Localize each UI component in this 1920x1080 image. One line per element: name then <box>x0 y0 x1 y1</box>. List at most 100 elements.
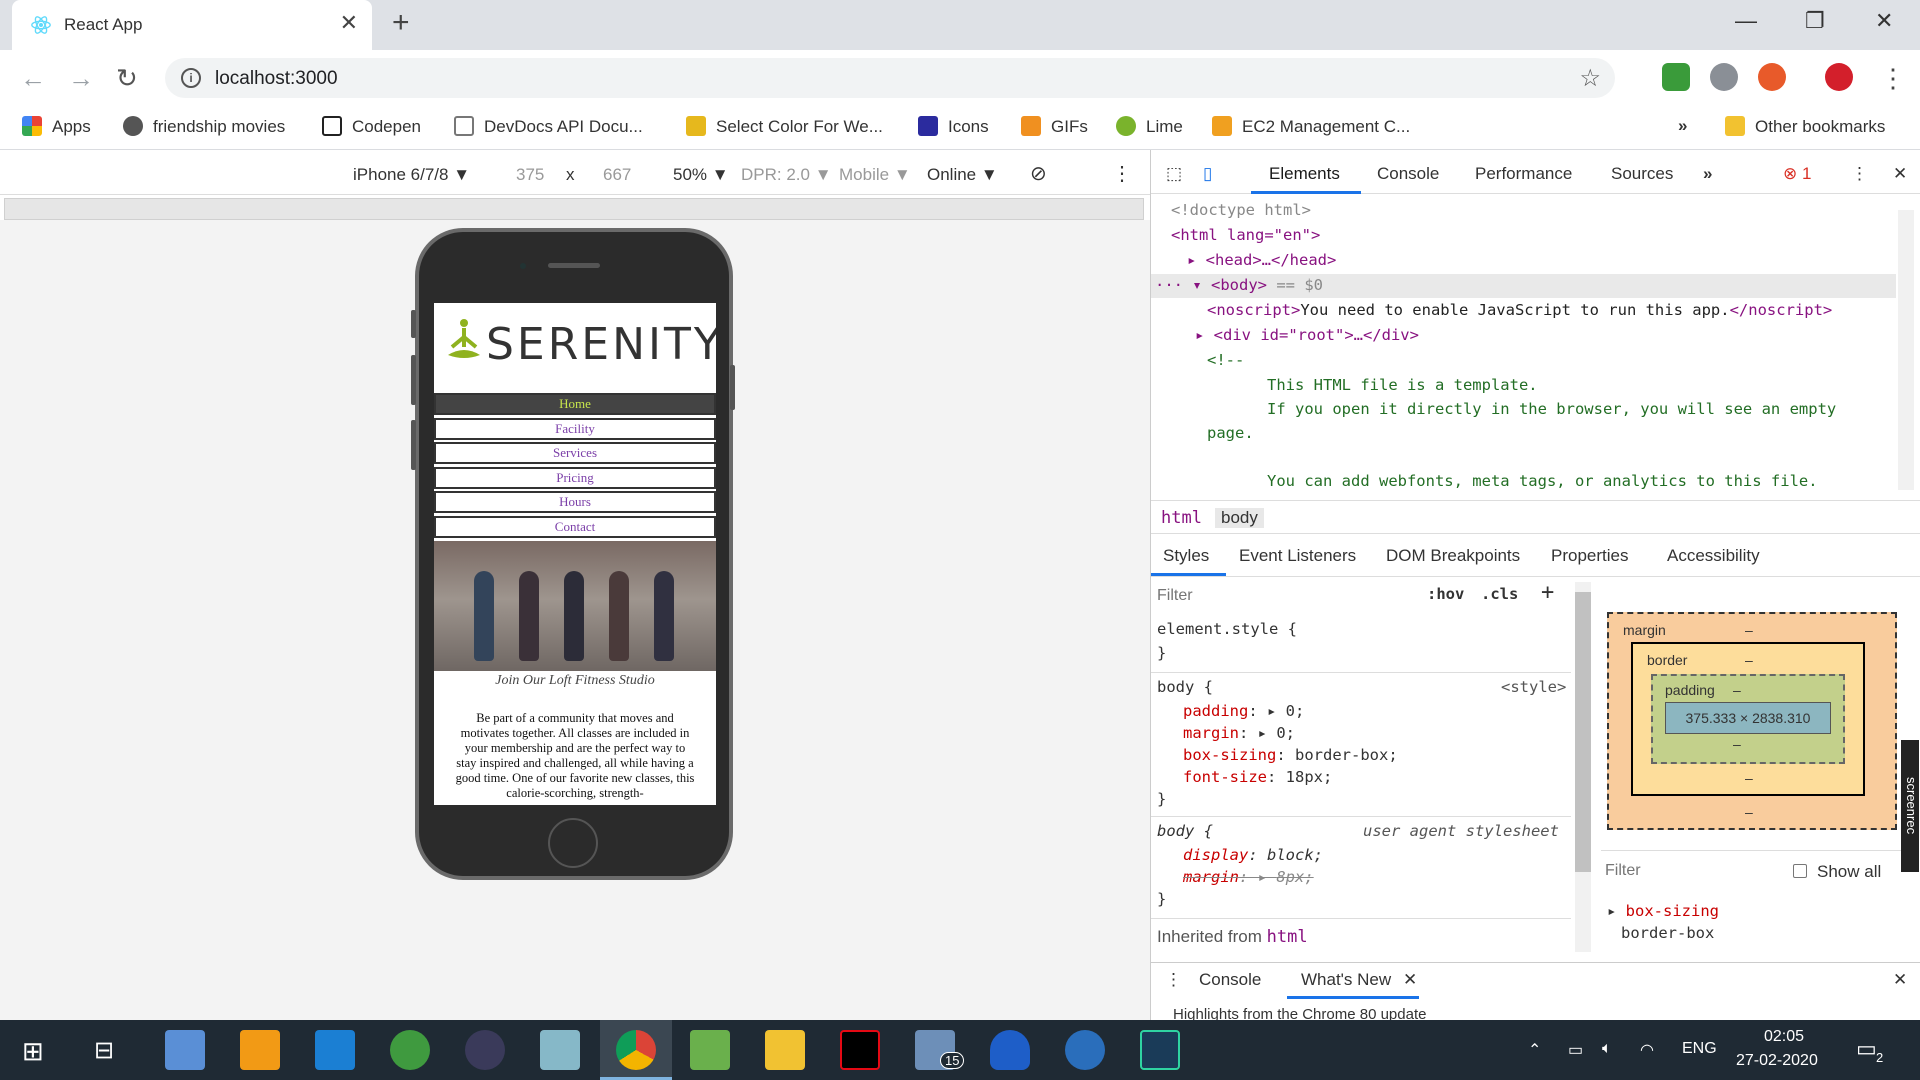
browser-tab[interactable]: React App ✕ <box>12 0 372 50</box>
add-rule-icon[interactable]: + <box>1541 580 1554 605</box>
device-more-icon[interactable]: ⋮ <box>1112 161 1132 186</box>
device-select[interactable]: iPhone 6/7/8 ▼ <box>353 165 470 185</box>
taskbar-app-icon[interactable] <box>165 1030 205 1070</box>
body-rule-selector[interactable]: body { <box>1157 678 1213 696</box>
dom-comment[interactable]: <!-- <box>1207 351 1244 369</box>
language-indicator[interactable]: ENG <box>1682 1040 1717 1058</box>
bookmark-item[interactable]: Select Color For We... <box>686 116 883 137</box>
css-prop[interactable]: padding: ▸ 0; <box>1183 702 1304 720</box>
box-model-content[interactable]: 375.333 × 2838.310 <box>1665 702 1831 734</box>
cors-extension-icon[interactable] <box>1662 63 1690 91</box>
dom-doctype[interactable]: <!doctype html> <box>1171 201 1311 219</box>
more-tabs-icon[interactable]: » <box>1703 164 1712 184</box>
ua-rule-selector[interactable]: body { <box>1157 822 1213 840</box>
nav-facility[interactable]: Facility <box>434 418 716 440</box>
menu-icon[interactable]: ⋮ <box>1880 63 1906 94</box>
network-select[interactable]: Online ▼ <box>927 165 998 185</box>
reload-icon[interactable]: ↻ <box>116 63 138 94</box>
dpr-select[interactable]: DPR: 2.0 ▼ <box>741 165 832 185</box>
computed-prop[interactable]: ▸ box-sizing <box>1607 902 1719 920</box>
bookmark-item[interactable]: GIFs <box>1021 116 1088 137</box>
nav-pricing[interactable]: Pricing <box>434 467 716 489</box>
taskbar-app-icon[interactable] <box>540 1030 580 1070</box>
tab-console[interactable]: Console <box>1377 164 1439 184</box>
show-all-checkbox[interactable] <box>1793 864 1807 878</box>
drawer-tab-console[interactable]: Console <box>1199 970 1261 990</box>
dom-noscript[interactable]: <noscript>You need to enable JavaScript … <box>1207 301 1832 319</box>
close-devtools-icon[interactable]: ✕ <box>1893 164 1907 184</box>
devtools-menu-icon[interactable]: ⋮ <box>1851 164 1868 184</box>
rule-source[interactable]: <style> <box>1501 678 1566 696</box>
vscode-icon[interactable] <box>315 1030 355 1070</box>
tab-elements[interactable]: Elements <box>1269 164 1340 184</box>
css-prop[interactable]: font-size: 18px; <box>1183 768 1332 786</box>
error-badge[interactable]: ⊗ 1 <box>1783 164 1811 184</box>
tab-sources[interactable]: Sources <box>1611 164 1673 184</box>
bookmark-item[interactable]: Codepen <box>322 116 421 137</box>
eclipse-icon[interactable] <box>465 1030 505 1070</box>
device-toggle-icon[interactable]: ▯ <box>1203 164 1212 184</box>
close-drawer-icon[interactable]: ✕ <box>1893 970 1907 990</box>
tab-event-listeners[interactable]: Event Listeners <box>1239 546 1356 566</box>
screenrec-widget[interactable]: screenrec <box>1901 740 1919 872</box>
wifi-icon[interactable]: ◠ <box>1640 1040 1654 1060</box>
new-tab-icon[interactable]: + <box>392 6 410 40</box>
nav-contact[interactable]: Contact <box>434 516 716 538</box>
back-icon[interactable]: ← <box>20 63 46 94</box>
forward-icon[interactable]: → <box>68 63 94 94</box>
tab-accessibility[interactable]: Accessibility <box>1667 546 1760 566</box>
box-model-padding[interactable]: padding – 375.333 × 2838.310 – <box>1651 674 1845 764</box>
nav-home[interactable]: Home <box>434 393 716 415</box>
cls-toggle[interactable]: .cls <box>1481 585 1518 603</box>
address-bar[interactable]: i localhost:3000 ☆ <box>165 58 1615 98</box>
bookmark-item[interactable]: Lime <box>1116 116 1183 137</box>
dom-head[interactable]: ▸ <head>…</head> <box>1187 251 1336 269</box>
styles-filter-input[interactable] <box>1157 582 1407 610</box>
bookmark-star-icon[interactable]: ☆ <box>1579 64 1601 93</box>
volume-icon[interactable]: 🔈︎ <box>1602 1040 1612 1058</box>
scrollbar-thumb[interactable] <box>1575 592 1591 872</box>
close-window-icon[interactable]: ✕ <box>1875 8 1893 34</box>
dom-body[interactable]: ··· ▾ <body> == $0 <box>1155 276 1323 294</box>
box-model-border[interactable]: border – padding – 375.333 × 2838.310 – … <box>1631 642 1865 796</box>
zoom-select[interactable]: 50% ▼ <box>673 165 729 185</box>
minimize-icon[interactable]: — <box>1735 8 1757 34</box>
breadcrumb-body[interactable]: body <box>1215 508 1264 528</box>
clock-date[interactable]: 27-02-2020 <box>1736 1052 1818 1070</box>
drawer-menu-icon[interactable]: ⋮ <box>1165 970 1182 990</box>
media-query-ruler[interactable] <box>4 198 1144 220</box>
breadcrumb-html[interactable]: html <box>1161 508 1202 528</box>
styles-scrollbar[interactable] <box>1575 582 1591 952</box>
height-input[interactable]: 667 <box>603 165 631 185</box>
nav-services[interactable]: Services <box>434 442 716 464</box>
tab-styles[interactable]: Styles <box>1163 546 1209 566</box>
tab-performance[interactable]: Performance <box>1475 164 1572 184</box>
tab-properties[interactable]: Properties <box>1551 546 1628 566</box>
word-icon[interactable] <box>1065 1030 1105 1070</box>
android-studio-icon[interactable] <box>390 1030 430 1070</box>
bookmark-item[interactable]: friendship movies <box>123 116 285 137</box>
drawer-tab-whats-new[interactable]: What's New <box>1301 970 1391 990</box>
profile-avatar[interactable] <box>1825 63 1853 91</box>
nav-hours[interactable]: Hours <box>434 491 716 513</box>
shield-icon[interactable] <box>990 1030 1030 1070</box>
chevron-up-icon[interactable]: ⌃ <box>1528 1040 1541 1060</box>
more-bookmarks-icon[interactable]: » <box>1678 116 1687 136</box>
close-tab-icon[interactable]: ✕ <box>340 10 358 36</box>
netflix-icon[interactable] <box>840 1030 880 1070</box>
css-prop[interactable]: box-sizing: border-box; <box>1183 746 1398 764</box>
notifications-icon[interactable]: ▭ <box>1856 1036 1877 1062</box>
bookmark-item[interactable]: DevDocs API Docu... <box>454 116 643 137</box>
extension-icon[interactable] <box>1710 63 1738 91</box>
tab-dom-breakpoints[interactable]: DOM Breakpoints <box>1386 546 1520 566</box>
close-whats-new-icon[interactable]: ✕ <box>1403 970 1417 990</box>
width-input[interactable]: 375 <box>516 165 544 185</box>
chrome-icon[interactable] <box>616 1030 656 1070</box>
task-view-icon[interactable]: ⊟ <box>94 1036 114 1065</box>
inspect-icon[interactable]: ⬚ <box>1166 164 1182 184</box>
clock-time[interactable]: 02:05 <box>1764 1028 1804 1046</box>
hov-toggle[interactable]: :hov <box>1427 585 1464 603</box>
computed-filter-input[interactable] <box>1605 857 1765 885</box>
dom-scrollbar[interactable] <box>1898 210 1914 490</box>
element-style-rule[interactable]: element.style { <box>1157 620 1297 638</box>
